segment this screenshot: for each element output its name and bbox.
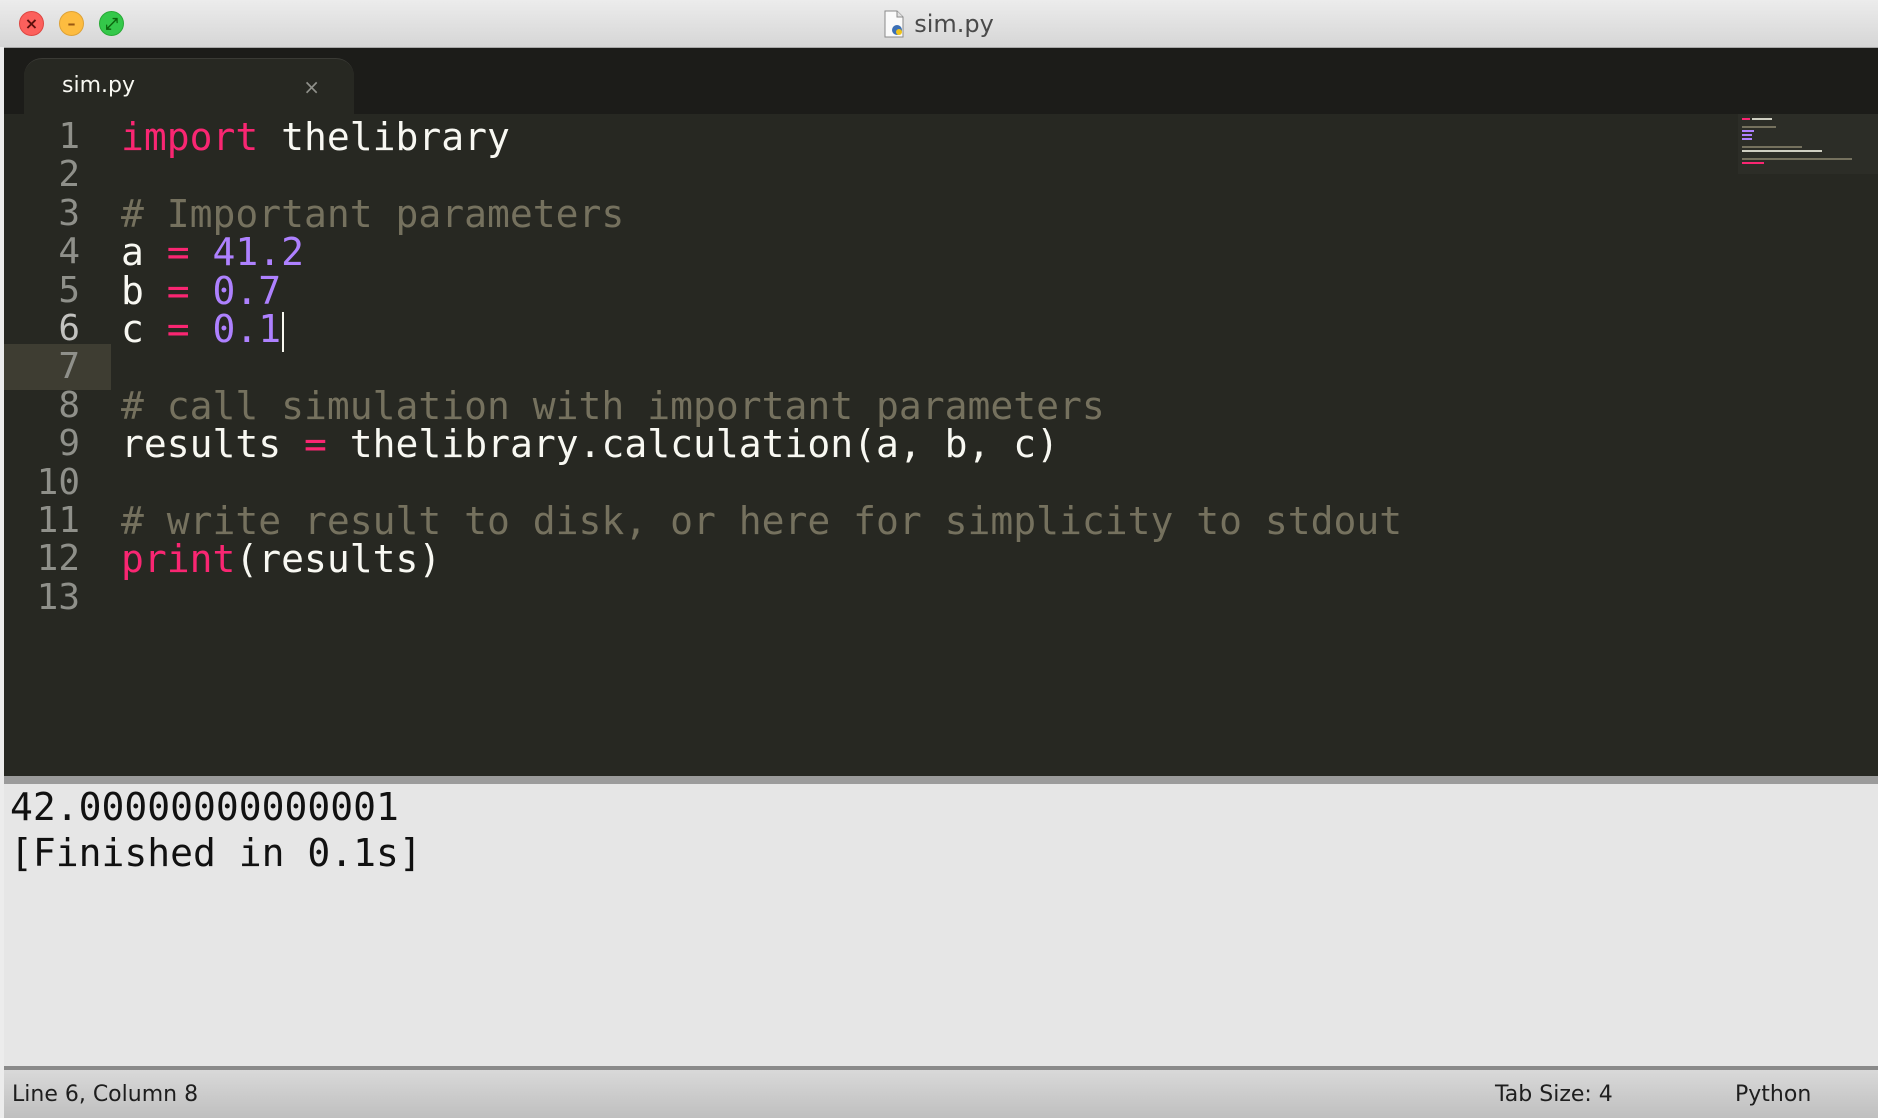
minimap-line: [1742, 118, 1750, 120]
minimap-line: [1752, 118, 1772, 120]
code-line-1[interactable]: import thelibrary: [121, 114, 510, 160]
tab-close-icon[interactable]: ×: [303, 75, 320, 99]
minimap-line: [1742, 150, 1822, 152]
cursor-position: Line 6, Column 8: [12, 1082, 199, 1107]
line-number-gutter: 1 2 3 4 5 6 7 8 9 10 11 12 13: [4, 114, 111, 776]
number-token: 0.1: [212, 307, 282, 351]
code-line-9[interactable]: results = thelibrary.calculation(a, b, c…: [121, 421, 1059, 467]
code-editor[interactable]: 1 2 3 4 5 6 7 8 9 10 11 12 13 import the…: [4, 114, 1878, 776]
variable-token: c: [121, 307, 167, 351]
output-line: 42.00000000000001: [10, 785, 399, 829]
minimap-line: [1742, 138, 1752, 140]
minimap-line: [1742, 130, 1754, 132]
code-line-12[interactable]: print(results): [121, 536, 441, 582]
minimap[interactable]: [1738, 114, 1878, 174]
keyword-token: print: [121, 537, 236, 581]
minimap-line: [1742, 162, 1764, 164]
status-bar: Line 6, Column 8 Tab Size: 4 Python: [4, 1066, 1878, 1118]
window-title-text: sim.py: [914, 9, 994, 38]
line-number: 13: [36, 577, 80, 618]
code-token: (results): [235, 537, 442, 581]
python-file-icon: [884, 10, 904, 37]
tab-label: sim.py: [62, 73, 135, 98]
text-cursor: [282, 311, 285, 352]
build-output-panel: 42.00000000000001 [Finished in 0.1s]: [4, 784, 1878, 1066]
code-token: thelibrary: [258, 115, 510, 159]
minimap-line: [1742, 126, 1776, 128]
operator-token: =: [304, 422, 327, 466]
tab-size-selector[interactable]: Tab Size: 4: [1495, 1082, 1613, 1107]
syntax-selector[interactable]: Python: [1735, 1082, 1811, 1107]
panel-splitter[interactable]: [4, 776, 1878, 784]
title-bar: × – ⤢ sim.py: [0, 0, 1878, 48]
code-token: thelibrary.calculation(a, b, c): [326, 422, 1060, 466]
tab-sim-py[interactable]: sim.py ×: [24, 58, 354, 116]
output-line: [Finished in 0.1s]: [10, 831, 422, 875]
tab-bar: sim.py ×: [4, 48, 1878, 116]
operator-token: =: [166, 307, 190, 351]
window-title: sim.py: [0, 0, 1878, 47]
minimap-line: [1742, 146, 1802, 148]
variable-token: results: [121, 422, 305, 466]
code-line-6[interactable]: c = 0.1: [121, 306, 285, 352]
keyword-token: import: [121, 115, 259, 159]
minimap-line: [1742, 158, 1852, 160]
minimap-line: [1742, 134, 1752, 136]
